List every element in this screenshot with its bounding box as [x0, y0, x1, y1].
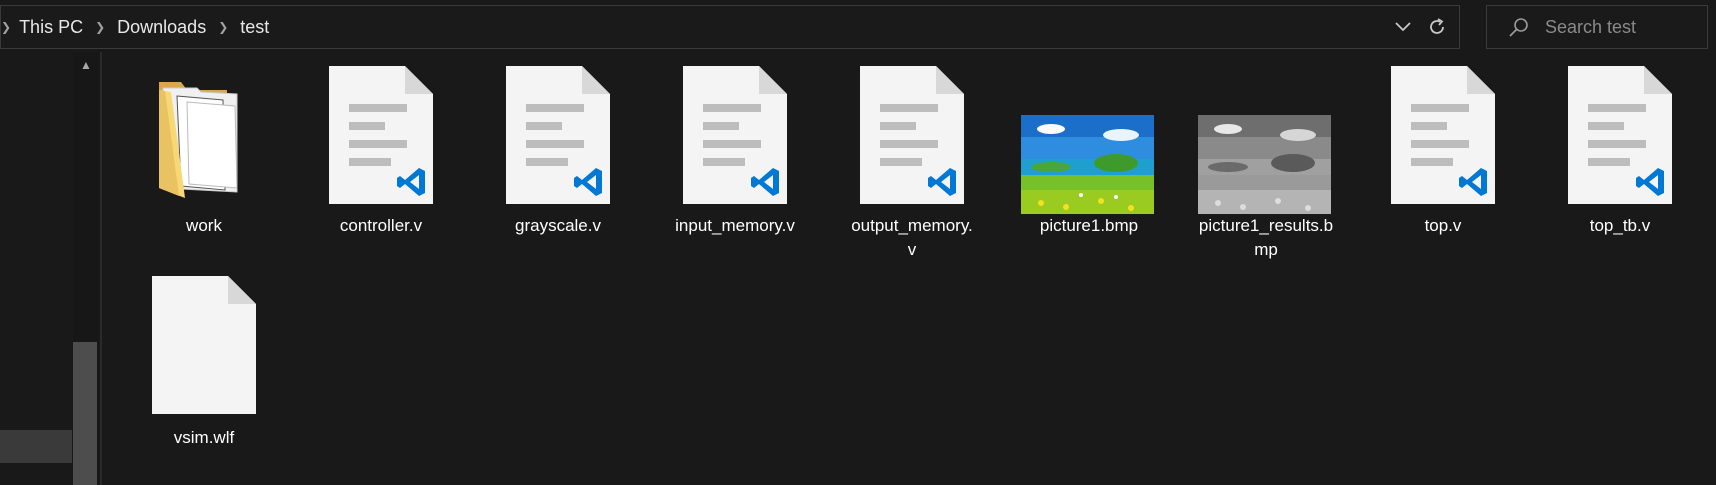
nav-scrollbar[interactable]: ▲ [73, 52, 99, 485]
file-name: picture1.bmp [1039, 216, 1139, 235]
vscode-file-icon [1358, 62, 1528, 214]
breadcrumb-test[interactable]: test [240, 17, 269, 38]
list-item[interactable]: top.v [1358, 62, 1528, 238]
chevron-right-icon[interactable]: ❯ [1, 20, 11, 34]
search-icon [1507, 16, 1531, 40]
blank-file-icon [119, 274, 289, 426]
image-thumbnail-icon [1004, 62, 1174, 214]
breadcrumb-this-pc[interactable]: This PC [19, 17, 83, 38]
address-bar[interactable]: ❯ This PC ❯ Downloads ❯ test [0, 5, 1460, 49]
breadcrumb-downloads[interactable]: Downloads [117, 17, 206, 38]
image-thumbnail-icon [1181, 62, 1351, 214]
file-name: top_tb.v [1589, 216, 1651, 235]
search-placeholder: Search test [1545, 17, 1637, 37]
file-name: picture1_results.b mp [1198, 216, 1334, 259]
file-name: controller.v [339, 216, 423, 235]
list-item[interactable]: work [119, 62, 289, 238]
nav-selected-item[interactable] [0, 430, 72, 463]
file-name: grayscale.v [515, 216, 601, 235]
file-name: output_memory. v [851, 216, 973, 259]
file-view: work controller.v grayscale.v input_memo… [102, 52, 1716, 485]
navigation-pane[interactable]: ▲ [0, 52, 100, 485]
vscode-file-icon [296, 62, 466, 214]
file-name: vsim.wlf [173, 428, 235, 447]
scroll-thumb[interactable] [73, 342, 97, 485]
chevron-right-icon[interactable]: ❯ [218, 20, 228, 34]
vscode-file-icon [473, 62, 643, 214]
refresh-icon[interactable] [1419, 6, 1455, 48]
chevron-right-icon[interactable]: ❯ [95, 20, 105, 34]
file-name: top.v [1424, 216, 1462, 235]
list-item[interactable]: output_memory. v [827, 62, 997, 262]
chevron-down-icon[interactable] [1385, 6, 1421, 48]
vscode-file-icon [1535, 62, 1705, 214]
folder-icon [119, 62, 289, 214]
file-name: work [186, 216, 222, 235]
breadcrumb: ❯ This PC ❯ Downloads ❯ test [1, 6, 269, 48]
list-item[interactable]: top_tb.v [1535, 62, 1705, 238]
scroll-up-icon[interactable]: ▲ [73, 58, 99, 78]
search-input[interactable]: Search test [1486, 5, 1708, 49]
list-item[interactable]: vsim.wlf [119, 274, 289, 450]
list-item[interactable]: input_memory.v [650, 62, 820, 238]
vscode-file-icon [827, 62, 997, 214]
address-bar-region: ❯ This PC ❯ Downloads ❯ test Search test [0, 0, 1716, 52]
list-item[interactable]: picture1_results.b mp [1181, 62, 1351, 262]
list-item[interactable]: grayscale.v [473, 62, 643, 238]
file-name: input_memory.v [675, 216, 795, 235]
list-item[interactable]: controller.v [296, 62, 466, 238]
vscode-file-icon [650, 62, 820, 214]
list-item[interactable]: picture1.bmp [1004, 62, 1174, 238]
